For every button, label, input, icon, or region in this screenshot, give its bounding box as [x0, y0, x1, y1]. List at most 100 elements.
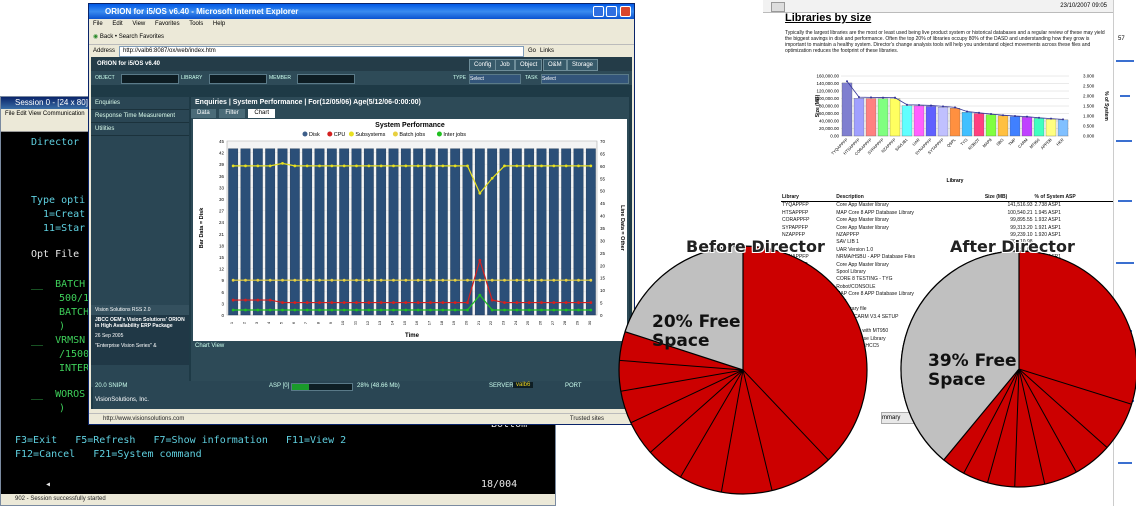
type-select[interactable]: Select: [469, 74, 521, 84]
x-tick-label: 25: [525, 320, 530, 325]
sidebar-item-enquiries[interactable]: Enquiries: [91, 97, 189, 110]
table-cell: MAP Core 8 APP Database Library: [836, 209, 914, 216]
series-point: [244, 308, 247, 312]
x-tick-label: 1: [229, 321, 234, 324]
term-row[interactable]: __ WOROS: [31, 389, 85, 400]
browser-status: http://www.visionsolutions.com Trusted s…: [89, 413, 634, 424]
nav-om[interactable]: O&M: [543, 59, 567, 71]
y-tick-label: 120,000.00: [816, 89, 839, 94]
series-point: [305, 308, 309, 312]
series-point: [256, 308, 260, 312]
tab-data[interactable]: Data: [191, 109, 216, 118]
x-tick-label: 26: [538, 320, 543, 325]
x-tick-label: TMP: [1007, 137, 1017, 147]
disk-bar: [400, 148, 411, 316]
legend-marker: [392, 131, 398, 137]
x-tick-label: 28: [562, 320, 567, 325]
browser-title: ORION for i5/OS v6.40 - Microsoft Intern…: [105, 7, 299, 16]
y-tick-label: 30: [219, 197, 225, 202]
y2-tick-label: 1.500: [1083, 104, 1095, 109]
sidebar-item-utilities[interactable]: Utilities: [91, 123, 189, 136]
series-point: [540, 164, 543, 168]
back-icon[interactable]: ◉: [93, 34, 98, 40]
address-input[interactable]: http://valb6:8087/ox/web/index.htm: [119, 45, 525, 57]
table-header: Description: [835, 194, 984, 203]
menu-edit[interactable]: Edit: [112, 21, 122, 27]
term-row[interactable]: __ BATCH: [31, 279, 85, 290]
x-tick-label: APPDB: [1040, 137, 1053, 150]
rss-item[interactable]: "Enterprise Vision Series" &: [91, 341, 189, 351]
series-point: [515, 278, 519, 282]
series-point: [404, 308, 408, 312]
footer-asp-pct: 28% (48.66 Mb): [357, 383, 400, 389]
series-point: [268, 298, 272, 302]
x-axis-label: Time: [405, 333, 420, 339]
series-point: [244, 278, 247, 282]
address-label: Address: [93, 48, 116, 54]
menu-favorites[interactable]: Favorites: [155, 21, 180, 27]
table-row: TYQAPPFP Core App Master library 141,516.9…: [781, 202, 1113, 210]
x-tick-label: 14: [390, 320, 395, 325]
tab-filter[interactable]: Filter: [219, 109, 245, 118]
filter-member-label: MEMBER: [269, 75, 291, 81]
series-point: [503, 278, 506, 282]
series-point: [244, 298, 247, 302]
browser-toolbar-labels[interactable]: Back • Search Favorites: [100, 34, 164, 40]
term-row: ): [59, 403, 66, 414]
task-select[interactable]: Select: [541, 74, 629, 84]
series-point: [441, 308, 445, 312]
chart-view-label: Chart View: [195, 343, 225, 349]
nav-job[interactable]: Job: [495, 59, 515, 71]
sidebar-item-response-time[interactable]: Response Time Measurement: [91, 110, 189, 123]
browser-menu: File Edit View Favorites Tools Help: [89, 19, 634, 30]
series-point: [318, 308, 321, 312]
tab-chart[interactable]: Chart: [248, 109, 276, 118]
disk-bar: [388, 148, 399, 316]
library-input[interactable]: [209, 74, 267, 84]
menu-file[interactable]: File: [93, 21, 103, 27]
orion-filters: OBJECT LIBRARY MEMBER TYPE Select TASK S…: [91, 71, 632, 85]
y-tick-label: 60,000.00: [819, 111, 840, 116]
series-point: [515, 164, 519, 168]
filter-object-label: OBJECT: [95, 75, 115, 81]
series-point: [441, 301, 445, 304]
minimize-button[interactable]: [593, 6, 604, 17]
series-point: [441, 164, 445, 168]
browser-toolbar[interactable]: ◉ Back • Search Favorites: [89, 30, 634, 45]
close-button[interactable]: [620, 6, 631, 17]
library-bar: [949, 108, 961, 137]
series-point: [527, 278, 531, 282]
go-button[interactable]: Go: [528, 45, 536, 57]
table-header: Library: [781, 194, 836, 203]
maximize-button[interactable]: [606, 6, 617, 17]
member-input[interactable]: [297, 74, 355, 84]
links-button[interactable]: Links: [540, 45, 554, 57]
table-cell: 141,516.93: [1007, 202, 1033, 209]
rss-date: 26 Sep 2005: [95, 333, 124, 339]
nav-storage[interactable]: Storage: [567, 59, 599, 71]
series-point: [268, 164, 272, 168]
y-tick-label: 15: [219, 255, 225, 260]
rss-headline[interactable]: JBCC OEM's Vision Solutions' ORION in Hi…: [91, 315, 189, 331]
library-bar: [997, 115, 1009, 137]
disk-bar: [437, 148, 448, 316]
nav-config[interactable]: Config: [469, 59, 497, 71]
y-axis-label: Size (MB): [815, 94, 821, 117]
x-tick-label: HKR: [1055, 137, 1065, 147]
term-row[interactable]: __ VRMSN: [31, 335, 85, 346]
y2-tick-label: 45: [600, 201, 606, 206]
series-point: [453, 164, 457, 168]
y-tick-label: 33: [219, 185, 225, 190]
series-point: [416, 278, 420, 282]
y-axis-label: Bar Data = Disk: [199, 207, 205, 248]
object-input[interactable]: [121, 74, 179, 84]
menu-view[interactable]: View: [132, 21, 145, 27]
orion-title: ORION for i5/OS v6.40: [97, 61, 161, 67]
menu-tools[interactable]: Tools: [189, 21, 203, 27]
x-tick-label: 11: [353, 320, 358, 325]
menu-help[interactable]: Help: [213, 21, 225, 27]
nav-object[interactable]: Object: [515, 59, 543, 71]
disk-bar: [326, 148, 337, 316]
x-tick-label: 2: [242, 321, 247, 324]
library-bar: [985, 114, 997, 137]
